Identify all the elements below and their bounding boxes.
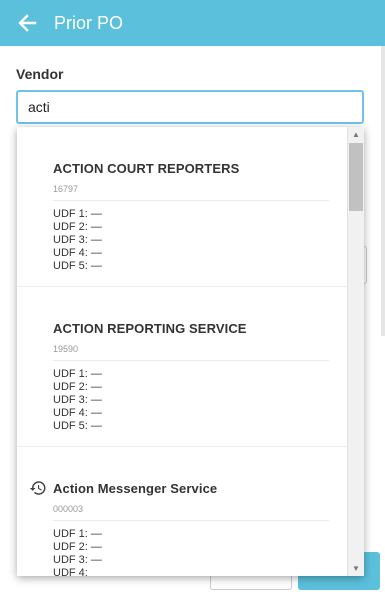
vendor-code: 16797 (53, 184, 79, 194)
scrollbar-thumb[interactable] (349, 143, 363, 211)
udf-line: UDF 1: — (53, 528, 102, 540)
vendor-label: Vendor (16, 66, 64, 82)
page-scrollbar[interactable] (381, 46, 385, 336)
vendor-code: 000003 (53, 504, 84, 514)
udf-list: UDF 1: — UDF 2: — UDF 3: — UDF 4: (53, 528, 102, 576)
suggestion-item[interactable]: ACTION REPORTING SERVICE 19590 UDF 1: — … (17, 287, 347, 447)
app-header: Prior PO (0, 0, 385, 46)
divider (53, 520, 329, 521)
udf-list: UDF 1: — UDF 2: — UDF 3: — UDF 4: — UDF … (53, 368, 102, 433)
udf-line: UDF 2: — (53, 221, 102, 233)
vendor-name: ACTION REPORTING SERVICE (53, 321, 247, 336)
page-title: Prior PO (54, 12, 124, 33)
divider (53, 360, 329, 361)
scroll-down-arrow-icon[interactable]: ▼ (348, 561, 364, 576)
udf-line: UDF 2: — (53, 381, 102, 393)
udf-line: UDF 3: — (53, 234, 102, 246)
udf-line: UDF 5: — (53, 420, 102, 432)
vendor-code: 19590 (53, 344, 79, 354)
udf-line: UDF 5: — (53, 260, 102, 272)
udf-line: UDF 4: — (53, 407, 102, 419)
udf-line: UDF 4: (53, 567, 88, 576)
udf-line: UDF 1: — (53, 208, 102, 220)
suggestion-list: ACTION COURT REPORTERS 16797 UDF 1: — UD… (17, 127, 347, 576)
vendor-search-input[interactable] (16, 90, 364, 124)
arrow-left-icon (18, 14, 37, 32)
suggestion-item[interactable]: ACTION COURT REPORTERS 16797 UDF 1: — UD… (17, 127, 347, 287)
udf-line: UDF 2: — (53, 541, 102, 553)
udf-list: UDF 1: — UDF 2: — UDF 3: — UDF 4: — UDF … (53, 208, 102, 273)
scroll-up-arrow-icon[interactable]: ▲ (348, 127, 364, 142)
vendor-suggestions-dropdown: ACTION COURT REPORTERS 16797 UDF 1: — UD… (17, 127, 364, 576)
back-button[interactable] (4, 0, 50, 46)
history-icon (29, 481, 46, 495)
udf-line: UDF 3: — (53, 554, 102, 566)
vendor-name: ACTION COURT REPORTERS (53, 161, 240, 176)
dropdown-scrollbar[interactable]: ▲ ▼ (347, 127, 364, 576)
vendor-name: Action Messenger Service (53, 481, 218, 496)
udf-line: UDF 3: — (53, 394, 102, 406)
divider (53, 200, 329, 201)
udf-line: UDF 1: — (53, 368, 102, 380)
suggestion-item[interactable]: Action Messenger Service 000003 UDF 1: —… (17, 447, 347, 576)
udf-line: UDF 4: — (53, 247, 102, 259)
